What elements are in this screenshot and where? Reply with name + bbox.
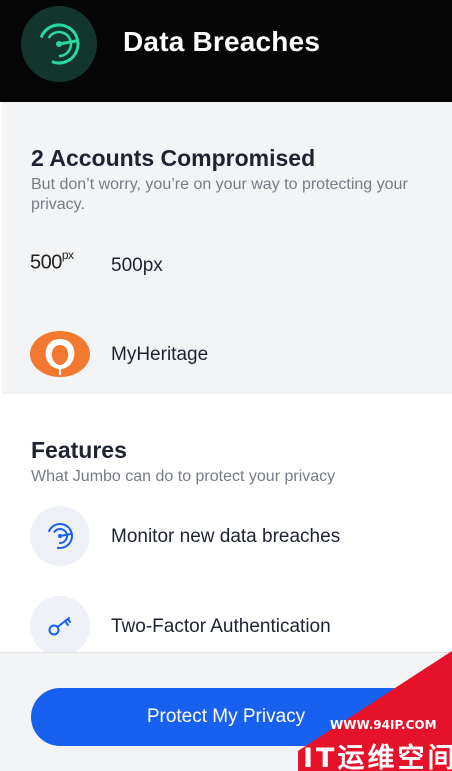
watermark: WWW.94IP.COM IT运维空间 (260, 651, 452, 771)
app-header: Data Breaches (0, 0, 452, 102)
feature-item-monitor[interactable]: Monitor new data breaches (30, 506, 430, 566)
feature-item-label: Two-Factor Authentication (111, 616, 331, 637)
features-title: Features (31, 437, 127, 463)
breaches-subtitle: But don’t worry, you’re on your way to p… (31, 176, 408, 213)
features-subtitle: What Jumbo can do to protect your privac… (31, 468, 336, 485)
breaches-title: 2 Accounts Compromised (31, 145, 316, 171)
feature-item-label: Monitor new data breaches (111, 526, 341, 547)
breach-item-500px[interactable]: 500px 500px (30, 236, 430, 296)
gauge-icon (21, 6, 97, 82)
breach-item-myheritage[interactable]: MyHeritage (30, 331, 430, 391)
myheritage-logo (30, 331, 90, 377)
radar-icon (30, 506, 90, 566)
watermark-url: WWW.94IP.COM (330, 718, 437, 732)
breach-item-label: 500px (111, 255, 163, 276)
feature-item-2fa[interactable]: Two-Factor Authentication (30, 596, 430, 656)
breach-item-label: MyHeritage (111, 344, 209, 365)
500px-logo: 500px (30, 248, 74, 274)
page-title: Data Breaches (123, 26, 321, 57)
watermark-text: IT运维空间 (303, 743, 452, 771)
key-icon (30, 596, 90, 656)
